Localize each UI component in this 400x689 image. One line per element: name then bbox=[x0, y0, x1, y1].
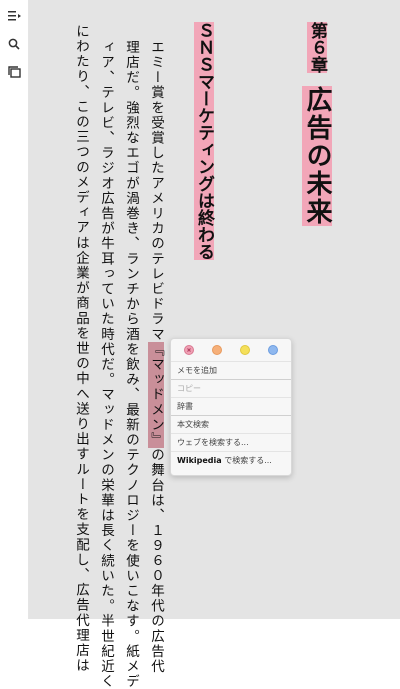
remove-highlight-pink-icon[interactable] bbox=[184, 345, 194, 355]
add-memo-item[interactable]: メモを追加 bbox=[171, 361, 291, 379]
highlight-blue-icon[interactable] bbox=[268, 345, 278, 355]
dictionary-item[interactable]: 辞書 bbox=[171, 397, 291, 415]
copy-item[interactable]: コピー bbox=[171, 379, 291, 397]
toc-icon[interactable] bbox=[7, 9, 21, 23]
section-title: ＳＮＳマーケティングは終わる bbox=[194, 22, 214, 260]
highlight-yellow-icon[interactable] bbox=[240, 345, 250, 355]
book-page: 第６章 広告の未来 ＳＮＳマーケティングは終わる エミー賞を受賞したアメリカのテ… bbox=[29, 0, 400, 689]
search-text-item[interactable]: 本文検索 bbox=[171, 415, 291, 433]
body-column-4[interactable]: にわたり、この三つのメディアは企業が商品を世の中へ送り出すルートを支配し、広告代… bbox=[73, 24, 89, 673]
selected-text[interactable]: 『マッドメン』 bbox=[148, 342, 164, 448]
selection-context-menu: メモを追加 コピー 辞書 本文検索 ウェブを検索する... Wikipedia … bbox=[170, 338, 292, 476]
search-icon[interactable] bbox=[7, 37, 21, 51]
sidebar bbox=[0, 0, 29, 619]
wikipedia-search-item[interactable]: Wikipedia で検索する... bbox=[171, 451, 291, 469]
body-column-1[interactable]: エミー賞を受賞したアメリカのテレビドラマ『マッドメン』の舞台は、１９６０年代の広… bbox=[148, 40, 164, 674]
chapter-title: 広告の未来 bbox=[302, 86, 332, 226]
body-column-2[interactable]: 理店だ。強烈なエゴが渦巻き、ランチから酒を飲み、最新のテクノロジーを使いこなす。… bbox=[123, 40, 139, 689]
chapter-number: 第６章 bbox=[307, 22, 327, 73]
body-column-3[interactable]: ィア、テレビ、ラジオ広告が牛耳っていた時代だ。マッドメンの栄華は長く続いた。半世… bbox=[98, 40, 114, 689]
highlight-orange-icon[interactable] bbox=[212, 345, 222, 355]
highlight-colors bbox=[171, 339, 291, 361]
pages-icon[interactable] bbox=[7, 65, 21, 79]
search-web-item[interactable]: ウェブを検索する... bbox=[171, 433, 291, 451]
